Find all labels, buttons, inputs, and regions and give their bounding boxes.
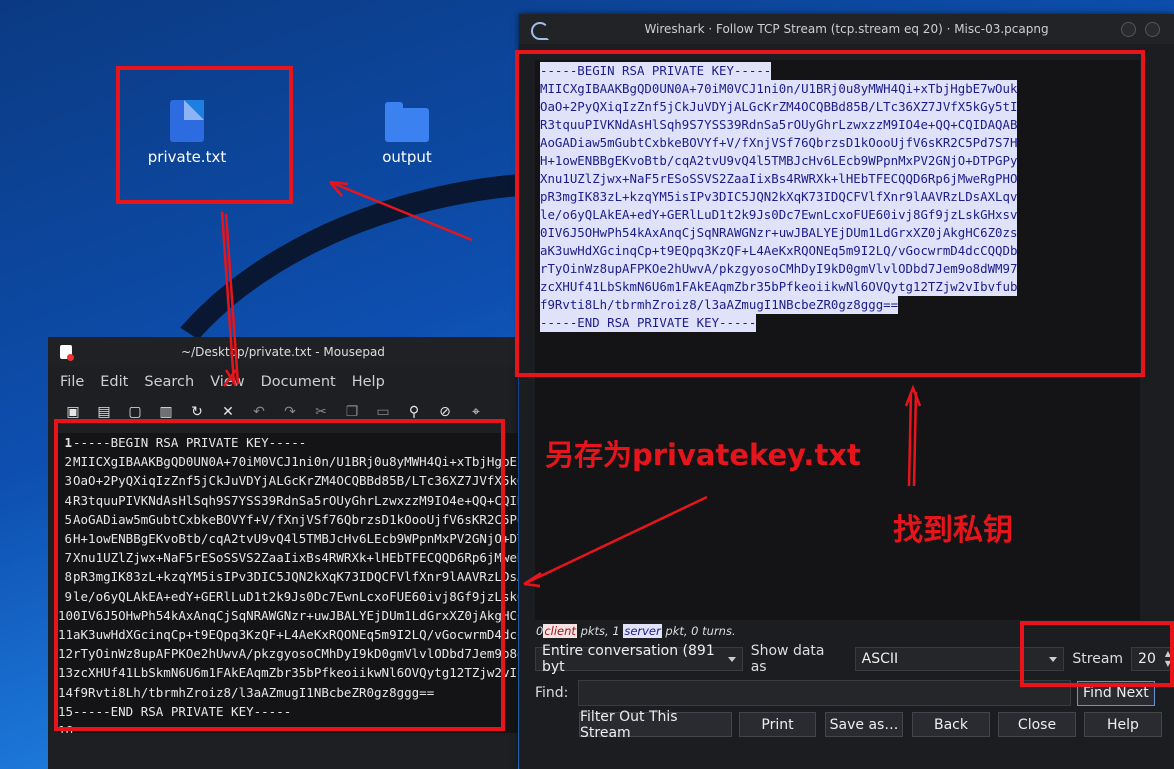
annotation-box-stream bbox=[515, 50, 1145, 377]
wireshark-fin-icon bbox=[531, 22, 549, 40]
save-icon[interactable]: ▢ bbox=[126, 404, 144, 420]
annotation-save-as: 另存为privatekey.txt bbox=[545, 438, 861, 472]
replace-icon[interactable]: ⊘ bbox=[436, 404, 454, 420]
close-button[interactable]: Close bbox=[998, 712, 1076, 737]
conversation-value: Entire conversation (891 byt bbox=[542, 643, 715, 675]
filter-out-button[interactable]: Filter Out This Stream bbox=[579, 709, 732, 741]
copy-icon[interactable]: ❐ bbox=[343, 404, 361, 420]
conversation-select[interactable]: Entire conversation (891 byt bbox=[535, 643, 743, 675]
goto-icon[interactable]: ⌖ bbox=[467, 404, 485, 420]
annotation-box-stream-number bbox=[1020, 621, 1174, 687]
folder-icon bbox=[385, 102, 429, 142]
search-icon[interactable]: ⚲ bbox=[405, 404, 423, 420]
annotation-box-file bbox=[116, 66, 293, 204]
chevron-down-icon bbox=[727, 657, 736, 662]
paste-icon[interactable]: ▭ bbox=[374, 404, 392, 420]
menu-search[interactable]: Search bbox=[144, 374, 194, 390]
cut-icon[interactable]: ✂ bbox=[312, 404, 330, 420]
desktop-icon-label: output bbox=[382, 148, 432, 166]
annotation-box-editor bbox=[54, 419, 505, 731]
wireshark-titlebar: Wireshark · Follow TCP Stream (tcp.strea… bbox=[519, 14, 1174, 44]
stream-stats: 0client pkts, 1 server pkt, 0 turns. bbox=[536, 624, 736, 638]
help-button[interactable]: Help bbox=[1084, 712, 1162, 737]
new-window-icon[interactable]: ▤ bbox=[95, 404, 113, 420]
desktop-icon-output[interactable]: output bbox=[352, 100, 462, 166]
print-button[interactable]: Print bbox=[739, 712, 816, 737]
save-as-icon[interactable]: ▥ bbox=[157, 404, 175, 420]
minimize-icon[interactable] bbox=[1121, 22, 1136, 37]
reload-icon[interactable]: ↻ bbox=[188, 404, 206, 420]
menubar: File Edit Search View Document Help bbox=[48, 367, 518, 397]
stats-mid: pkts, 1 bbox=[576, 624, 624, 638]
menu-view[interactable]: View bbox=[210, 374, 244, 390]
stats-tail: pkt, 0 turns. bbox=[661, 624, 736, 638]
show-data-value: ASCII bbox=[861, 651, 899, 667]
maximize-icon[interactable] bbox=[1145, 22, 1160, 37]
menu-document[interactable]: Document bbox=[261, 374, 336, 390]
menu-file[interactable]: File bbox=[60, 374, 84, 390]
annotation-find-key: 找到私钥 bbox=[893, 513, 1013, 548]
menu-edit[interactable]: Edit bbox=[100, 374, 128, 390]
window-title: ~/Desktop/private.txt - Mousepad bbox=[181, 345, 385, 359]
server-label: server bbox=[623, 624, 662, 638]
menu-help[interactable]: Help bbox=[352, 374, 385, 390]
redo-icon[interactable]: ↷ bbox=[281, 404, 299, 420]
new-icon[interactable]: ▣ bbox=[64, 404, 82, 420]
mousepad-titlebar: ~/Desktop/private.txt - Mousepad bbox=[48, 337, 518, 367]
find-label: Find: bbox=[535, 685, 569, 701]
close-icon[interactable]: ✕ bbox=[219, 404, 237, 420]
window-title: Wireshark · Follow TCP Stream (tcp.strea… bbox=[644, 22, 1049, 36]
show-data-label: Show data as bbox=[750, 643, 825, 675]
save-as-button[interactable]: Save as… bbox=[825, 712, 903, 737]
undo-icon[interactable]: ↶ bbox=[250, 404, 268, 420]
client-label: client bbox=[543, 624, 577, 638]
mousepad-app-icon bbox=[60, 345, 74, 361]
find-input[interactable] bbox=[578, 680, 1071, 706]
back-button[interactable]: Back bbox=[912, 712, 990, 737]
